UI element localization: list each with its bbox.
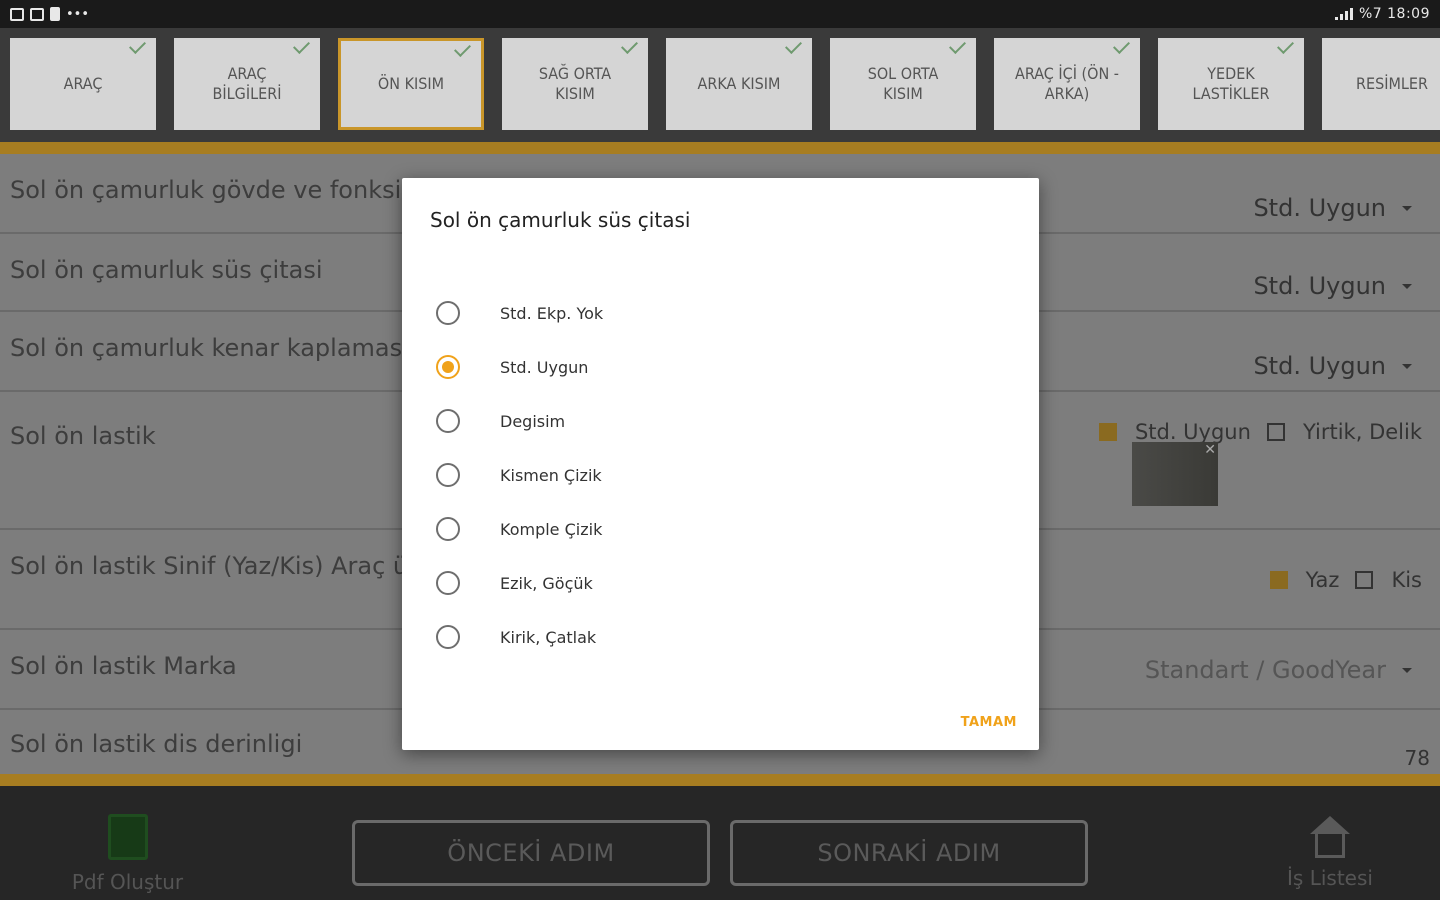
radio-label: Std. Uygun: [500, 357, 589, 377]
radio-button-selected[interactable]: [436, 355, 460, 379]
status-left: •••: [10, 7, 89, 22]
radio-label: Std. Ekp. Yok: [500, 303, 604, 323]
sim-icon: [50, 7, 60, 21]
radio-option[interactable]: Kirik, Çatlak: [436, 622, 996, 652]
radio-button[interactable]: [436, 463, 460, 487]
status-bar: ••• %7 18:09: [0, 0, 1440, 28]
radio-option[interactable]: Ezik, Göçük: [436, 568, 996, 598]
battery-time-text: %7 18:09: [1358, 6, 1430, 22]
app-notification-icon: [30, 7, 44, 21]
radio-label: Komple Çizik: [500, 519, 603, 539]
radio-button[interactable]: [436, 517, 460, 541]
radio-option[interactable]: Degisim: [436, 406, 996, 436]
more-notifications-icon: •••: [66, 6, 90, 22]
radio-option[interactable]: Std. Uygun: [436, 352, 996, 382]
radio-option[interactable]: Std. Ekp. Yok: [436, 298, 996, 328]
radio-button[interactable]: [436, 301, 460, 325]
radio-label: Kismen Çizik: [500, 465, 602, 485]
radio-button[interactable]: [436, 409, 460, 433]
status-right: %7 18:09: [1334, 6, 1430, 22]
radio-button[interactable]: [436, 625, 460, 649]
radio-option[interactable]: Komple Çizik: [436, 514, 996, 544]
radio-option[interactable]: Kismen Çizik: [436, 460, 996, 490]
signal-icon: [1334, 8, 1355, 20]
radio-button[interactable]: [436, 571, 460, 595]
ok-button[interactable]: TAMAM: [961, 715, 1017, 730]
selection-dialog: Sol ön çamurluk süs çitasi Std. Ekp. Yok…: [402, 178, 1039, 750]
radio-label: Ezik, Göçük: [500, 573, 593, 593]
dialog-title: Sol ön çamurluk süs çitasi: [430, 208, 691, 232]
radio-label: Kirik, Çatlak: [500, 627, 597, 647]
radio-label: Degisim: [500, 411, 566, 431]
image-notification-icon: [10, 7, 24, 21]
